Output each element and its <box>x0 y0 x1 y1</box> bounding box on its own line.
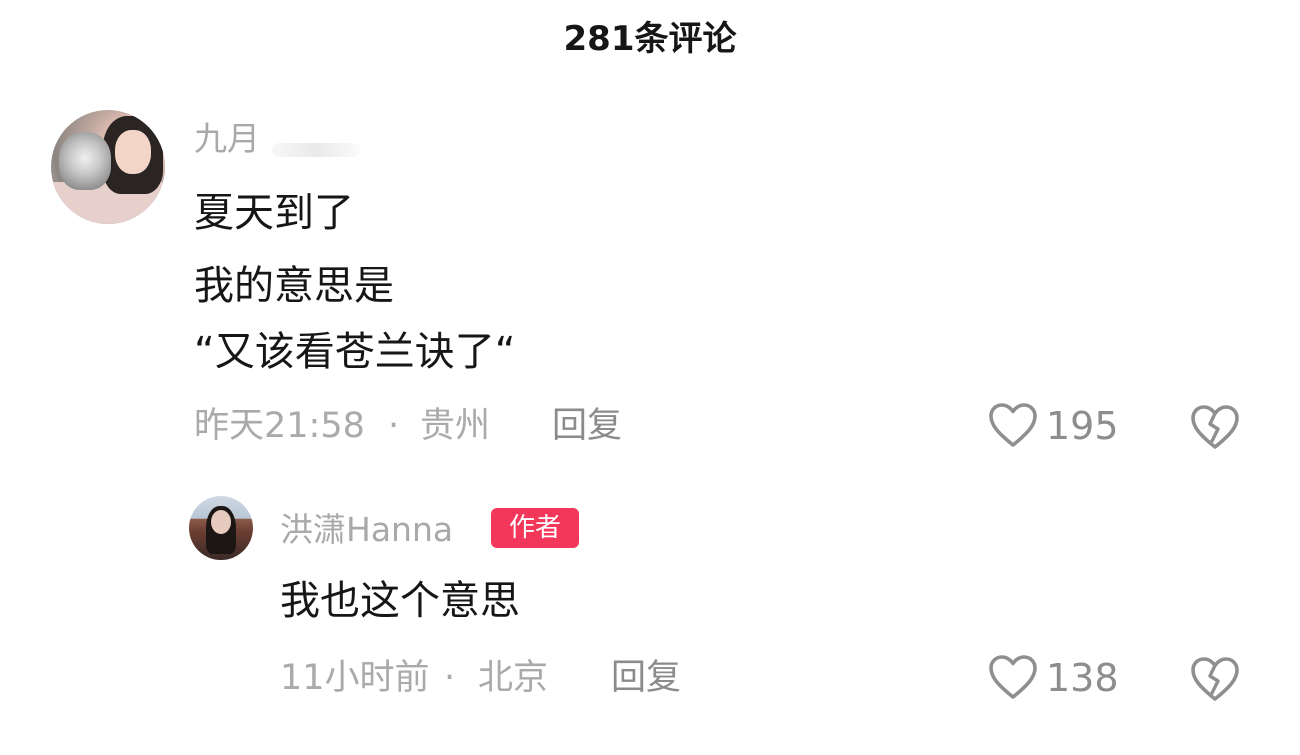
broken-heart-icon <box>1191 657 1239 701</box>
like-count: 138 <box>1046 656 1119 700</box>
avatar-cat <box>59 132 111 190</box>
reply-text: 我也这个意思 <box>280 578 520 624</box>
broken-heart-icon <box>1191 405 1239 449</box>
heart-outline-icon <box>989 655 1037 699</box>
like-count: 195 <box>1046 404 1119 448</box>
avatar-face <box>211 510 231 534</box>
meta-separator: · <box>388 406 400 446</box>
comment-location: 贵州 <box>420 406 491 446</box>
comment-text-line: “又该看苍兰诀了“ <box>194 329 516 375</box>
reply-avatar[interactable] <box>189 496 253 560</box>
comment-text-line: 夏天到了 <box>194 190 354 236</box>
reply-button[interactable]: 回复 <box>552 403 622 449</box>
author-badge: 作者 <box>491 508 579 548</box>
comments-panel: 281条评论 九月 夏天到了 我的意思是 “又该看苍兰诀了“ 昨天21:58 ·… <box>0 0 1300 755</box>
comment-time: 昨天21:58 <box>194 406 365 446</box>
meta-separator: · <box>444 658 456 698</box>
comment-text-line: 我的意思是 <box>194 263 394 309</box>
reply-location: 北京 <box>478 658 549 698</box>
like-button[interactable]: 195 <box>988 403 1119 449</box>
reply-username[interactable]: 洪潇Hanna <box>280 508 453 552</box>
dislike-button[interactable] <box>1190 405 1240 455</box>
comments-count-title: 281条评论 <box>563 19 737 59</box>
username-blurred-suffix <box>272 143 360 157</box>
heart-outline-icon <box>989 403 1037 447</box>
reply-time: 11小时前 <box>280 658 430 698</box>
avatar[interactable] <box>51 110 165 224</box>
avatar-face <box>115 130 151 174</box>
like-button[interactable]: 138 <box>988 655 1119 701</box>
dislike-button[interactable] <box>1190 657 1240 707</box>
reply-button[interactable]: 回复 <box>611 655 681 701</box>
comment-username[interactable]: 九月 <box>194 117 260 161</box>
